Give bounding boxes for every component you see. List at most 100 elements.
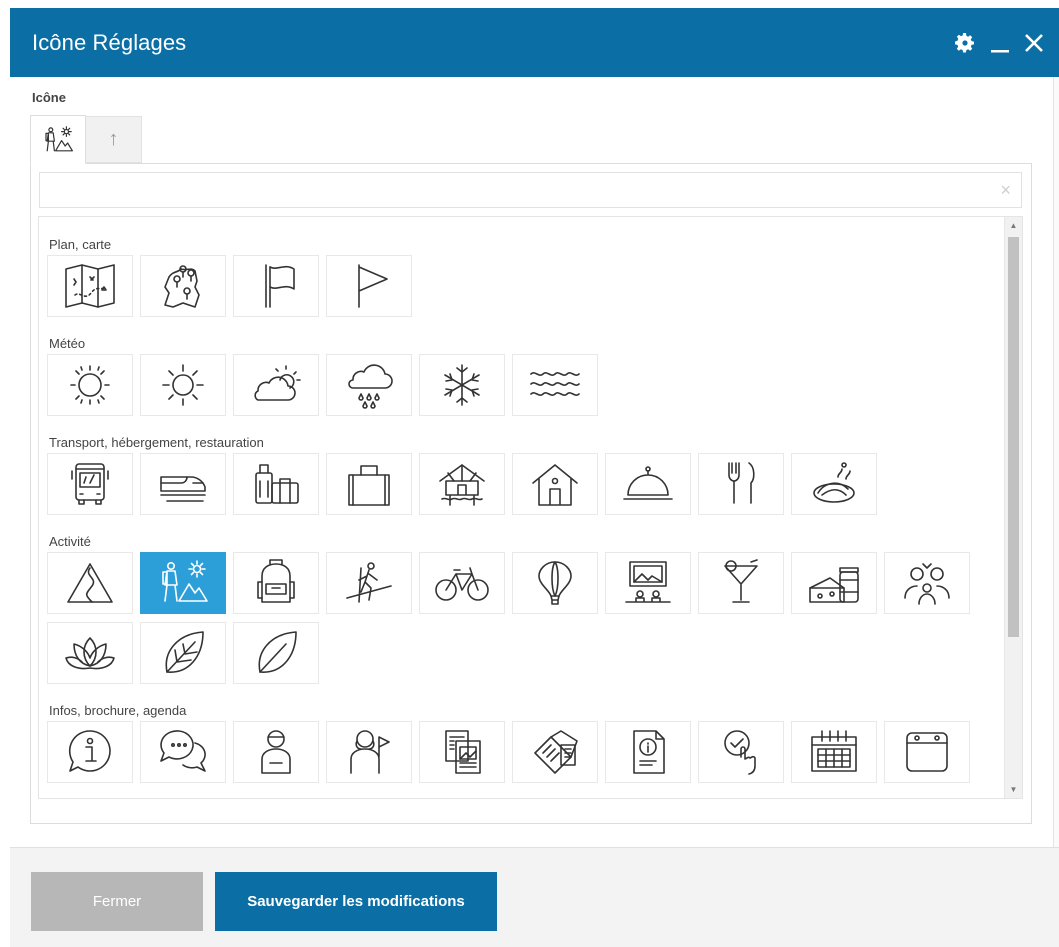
icon-cell-brochure-image[interactable] xyxy=(419,721,505,783)
luggage-icon xyxy=(255,464,299,504)
outer-scroll-edge xyxy=(1053,77,1059,847)
icon-cell-mountain-path[interactable] xyxy=(47,552,133,614)
icon-cell-hot-air-balloon[interactable] xyxy=(512,552,598,614)
snowflake-icon xyxy=(444,364,480,406)
icon-cell-backpack[interactable] xyxy=(233,552,319,614)
partly-cloudy-icon xyxy=(254,365,301,401)
sun-icon xyxy=(162,364,204,406)
icon-cell-museum-painting[interactable] xyxy=(605,552,691,614)
close-icon[interactable] xyxy=(1023,31,1045,55)
clear-search-icon[interactable]: × xyxy=(1000,181,1011,199)
category-label-plan: Plan, carte xyxy=(49,237,112,252)
info-bubble-icon xyxy=(68,730,111,772)
scroll-up-icon[interactable]: ▲ xyxy=(1005,217,1022,234)
map-pins-icon xyxy=(164,265,200,308)
tab-upload[interactable]: ↑ xyxy=(86,116,142,163)
icon-gallery[interactable]: Plan, carte Météo Transport, hébergement… xyxy=(38,216,1023,799)
scrollbar-thumb[interactable] xyxy=(1008,237,1019,637)
rain-cloud-icon xyxy=(348,364,393,409)
icon-cell-skier[interactable] xyxy=(326,552,412,614)
icon-cell-calendar-blank[interactable] xyxy=(884,721,970,783)
cheese-jar-icon xyxy=(809,567,859,603)
leaf-veined-icon xyxy=(165,631,204,673)
icon-cell-family[interactable] xyxy=(884,552,970,614)
icon-cell-cheese-jar[interactable] xyxy=(791,552,877,614)
icon-cell-train[interactable] xyxy=(140,453,226,515)
newspapers-icon xyxy=(534,730,578,774)
icon-cell-luggage[interactable] xyxy=(233,453,319,515)
icon-cell-partly-cloudy[interactable] xyxy=(233,354,319,416)
minimize-icon[interactable] xyxy=(989,31,1011,55)
icon-cell-flag-outline[interactable] xyxy=(233,255,319,317)
calendar-grid-icon xyxy=(811,730,857,772)
bag-icon xyxy=(348,465,390,506)
icon-cell-lotus[interactable] xyxy=(47,622,133,684)
icon-cell-bus[interactable] xyxy=(47,453,133,515)
icon-search-input[interactable] xyxy=(40,173,1021,207)
icon-cell-folded-map[interactable] xyxy=(47,255,133,317)
scroll-down-icon[interactable]: ▼ xyxy=(1005,781,1022,798)
icon-cell-cocktail[interactable] xyxy=(698,552,784,614)
info-document-icon xyxy=(633,730,665,774)
gallery-scrollbar[interactable]: ▲ ▼ xyxy=(1004,217,1022,798)
train-icon xyxy=(160,476,206,502)
icon-cell-leaf[interactable] xyxy=(233,622,319,684)
skier-icon xyxy=(346,562,392,603)
dialog-content: Icône ↑ × Plan, carte Météo Transport, h… xyxy=(10,77,1053,847)
hiker-sun-icon xyxy=(45,125,73,151)
chat-bubbles-icon xyxy=(160,730,206,772)
waves-icon xyxy=(530,372,580,396)
icon-cell-fork-knife[interactable] xyxy=(698,453,784,515)
icon-cell-plate[interactable] xyxy=(791,453,877,515)
icon-cell-info-bubble[interactable] xyxy=(47,721,133,783)
dialog-title: Icône Réglages xyxy=(32,29,187,55)
close-button[interactable]: Fermer xyxy=(31,872,203,931)
tour-guide-flag-icon xyxy=(350,730,390,774)
backpack-icon xyxy=(257,559,295,603)
icon-cell-pennant-flag[interactable] xyxy=(326,255,412,317)
cloche-icon xyxy=(623,466,673,500)
cocktail-icon xyxy=(724,559,758,603)
icon-cell-waves[interactable] xyxy=(512,354,598,416)
gear-icon[interactable] xyxy=(953,31,977,55)
icon-cell-check-touch[interactable] xyxy=(698,721,784,783)
icon-cell-tour-guide-flag[interactable] xyxy=(326,721,412,783)
pennant-flag-icon xyxy=(358,264,388,308)
icon-cell-map-pins[interactable] xyxy=(140,255,226,317)
sun-dotted-icon xyxy=(70,365,110,405)
calendar-blank-icon xyxy=(906,732,948,772)
icon-cell-chat-bubbles[interactable] xyxy=(140,721,226,783)
icon-cell-calendar-grid[interactable] xyxy=(791,721,877,783)
icon-cell-newspapers[interactable] xyxy=(512,721,598,783)
dialog-footer: Fermer Sauvegarder les modifications xyxy=(10,847,1059,947)
icon-cell-hut[interactable] xyxy=(419,453,505,515)
icon-cell-info-document[interactable] xyxy=(605,721,691,783)
icon-picker-panel: × Plan, carte Météo Transport, hébergeme… xyxy=(30,163,1032,824)
brochure-image-icon xyxy=(445,730,481,774)
window-controls xyxy=(953,8,1045,77)
lotus-icon xyxy=(65,637,115,670)
dialog-titlebar: Icône Réglages xyxy=(10,8,1059,77)
save-button[interactable]: Sauvegarder les modifications xyxy=(215,872,497,931)
category-label-meteo: Météo xyxy=(49,336,86,351)
icon-cell-rain-cloud[interactable] xyxy=(326,354,412,416)
icon-cell-leaf-veined[interactable] xyxy=(140,622,226,684)
icon-cell-bag[interactable] xyxy=(326,453,412,515)
category-label-infos: Infos, brochure, agenda xyxy=(49,703,187,718)
tab-current-icon[interactable] xyxy=(30,115,86,164)
icon-cell-sun[interactable] xyxy=(140,354,226,416)
icon-section-label: Icône xyxy=(32,90,66,105)
icon-cell-hiker-sun[interactable] xyxy=(140,552,226,614)
icon-cell-guide-person[interactable] xyxy=(233,721,319,783)
icon-cell-cloche[interactable] xyxy=(605,453,691,515)
hot-air-balloon-icon xyxy=(538,561,572,605)
icon-cell-snowflake[interactable] xyxy=(419,354,505,416)
hiker-sun-icon xyxy=(162,560,208,602)
icon-cell-house[interactable] xyxy=(512,453,598,515)
check-touch-icon xyxy=(724,730,756,775)
icon-cell-bicycle[interactable] xyxy=(419,552,505,614)
flag-outline-icon xyxy=(265,264,295,308)
icon-cell-sun-dotted[interactable] xyxy=(47,354,133,416)
fork-knife-icon xyxy=(728,462,755,504)
leaf-icon xyxy=(258,631,297,673)
